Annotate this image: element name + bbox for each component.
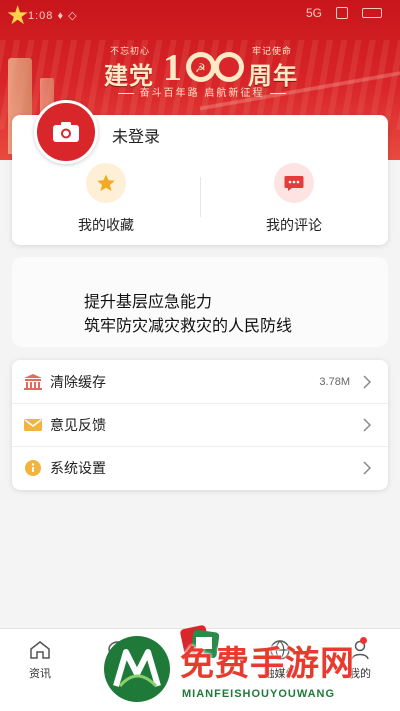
- tab-news[interactable]: 资讯: [10, 639, 70, 681]
- feedback-row[interactable]: 意见反馈: [12, 403, 388, 446]
- my-comments-button[interactable]: 我的评论: [200, 163, 388, 235]
- emblem-inner-2: [219, 57, 239, 77]
- clear-cache-row[interactable]: 清除缓存 3.78M: [12, 360, 388, 403]
- signal-label: 5G: [305, 6, 322, 20]
- centenary-100-emblem: 1 ☭: [163, 47, 244, 86]
- settings-list: 清除缓存 3.78M 意见反馈 系统设置: [12, 360, 388, 490]
- watermark-logo-icon: [104, 636, 170, 702]
- login-status[interactable]: 未登录: [112, 123, 160, 147]
- cache-size: 3.78M: [319, 375, 350, 388]
- watermark: 免费手游网 MIANFEISHOUYOUWANG: [98, 630, 398, 711]
- slogan-banner[interactable]: 提升基层应急能力 筑牢防灾减灾救灾的人民防线: [12, 257, 388, 347]
- info-icon: [24, 459, 42, 477]
- my-favorites-button[interactable]: 我的收藏: [12, 163, 200, 235]
- banner-subtitle: 奋斗百年路 启航新征程: [100, 84, 304, 99]
- tab-news-label: 资讯: [29, 668, 51, 680]
- clear-cache-label: 清除缓存: [50, 373, 106, 390]
- chevron-right-icon: [358, 461, 376, 475]
- status-bar-right: 5G: [306, 6, 382, 20]
- comments-icon-bg: [274, 163, 314, 203]
- status-bar-left: 1:08 ♦ ◇: [28, 10, 78, 22]
- system-settings-label: 系统设置: [50, 460, 106, 476]
- favorites-icon-bg: [86, 163, 126, 203]
- chevron-right-icon: [358, 374, 376, 389]
- comment-icon: [284, 176, 304, 191]
- mail-icon: [24, 416, 42, 434]
- profile-card: 未登录 我的收藏 我的评论: [12, 100, 388, 245]
- battery-icon: [362, 8, 382, 18]
- building-icon: [24, 373, 42, 391]
- emblem-digit-1: 1: [163, 47, 182, 86]
- star-icon: ★: [6, 0, 30, 30]
- system-settings-row[interactable]: 系统设置: [12, 446, 388, 489]
- favorites-label: 我的收藏: [78, 217, 134, 233]
- party-emblem-icon: ☭: [195, 61, 206, 75]
- slogan-line-2: 筑牢防灾减灾救灾的人民防线: [84, 318, 293, 335]
- home-icon: [10, 639, 70, 661]
- watermark-title: 免费手游网: [180, 645, 355, 683]
- avatar[interactable]: [34, 100, 98, 164]
- comments-label: 我的评论: [266, 217, 322, 233]
- notification-icon: [336, 7, 348, 19]
- slogan-text: 提升基层应急能力 筑牢防灾减灾救灾的人民防线: [84, 291, 292, 339]
- camera-icon: [53, 122, 79, 142]
- slogan-line-1: 提升基层应急能力: [84, 294, 213, 311]
- chevron-right-icon: [358, 418, 376, 432]
- star-favorite-icon: [97, 174, 115, 191]
- watermark-subtitle: MIANFEISHOUYOUWANG: [182, 688, 336, 700]
- feedback-label: 意见反馈: [50, 417, 106, 433]
